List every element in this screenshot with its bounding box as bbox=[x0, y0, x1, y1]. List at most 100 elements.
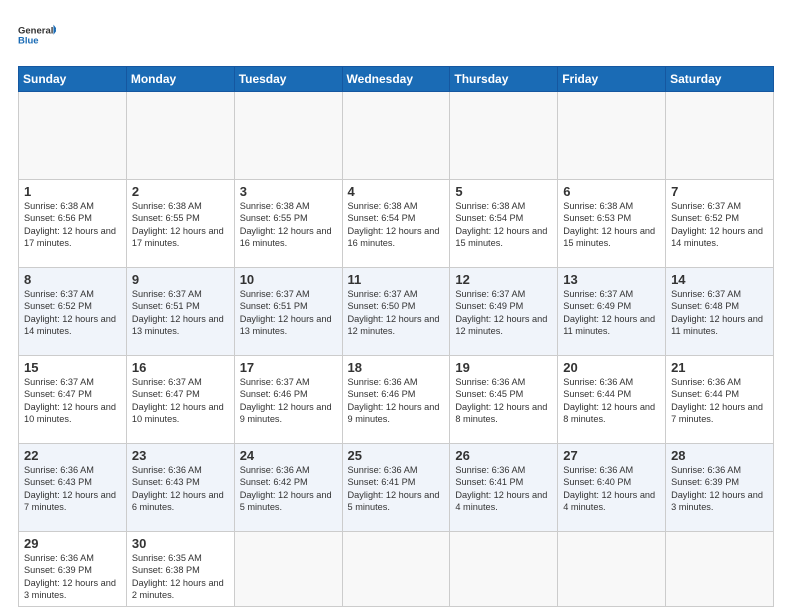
calendar-week-row: 1 Sunrise: 6:38 AM Sunset: 6:56 PM Dayli… bbox=[19, 180, 774, 268]
sunrise-label: Sunrise: 6:36 AM bbox=[563, 377, 633, 387]
day-number: 10 bbox=[240, 272, 337, 287]
day-number: 20 bbox=[563, 360, 660, 375]
sunrise-label: Sunrise: 6:36 AM bbox=[240, 465, 310, 475]
sunrise-label: Sunrise: 6:36 AM bbox=[132, 465, 202, 475]
cell-info: Sunrise: 6:37 AM Sunset: 6:51 PM Dayligh… bbox=[132, 288, 229, 338]
svg-text:Blue: Blue bbox=[18, 36, 39, 47]
logo: General Blue bbox=[18, 18, 56, 54]
daylight-label: Daylight: 12 hours and 5 minutes. bbox=[240, 490, 332, 512]
daylight-label: Daylight: 12 hours and 16 minutes. bbox=[240, 226, 332, 248]
calendar-table: SundayMondayTuesdayWednesdayThursdayFrid… bbox=[18, 66, 774, 607]
sunrise-label: Sunrise: 6:37 AM bbox=[24, 377, 94, 387]
sunset-label: Sunset: 6:56 PM bbox=[24, 213, 92, 223]
cell-info: Sunrise: 6:38 AM Sunset: 6:53 PM Dayligh… bbox=[563, 200, 660, 250]
sunrise-label: Sunrise: 6:36 AM bbox=[348, 465, 418, 475]
daylight-label: Daylight: 12 hours and 10 minutes. bbox=[24, 402, 116, 424]
calendar-cell: 13 Sunrise: 6:37 AM Sunset: 6:49 PM Dayl… bbox=[558, 268, 666, 356]
cell-info: Sunrise: 6:38 AM Sunset: 6:56 PM Dayligh… bbox=[24, 200, 121, 250]
calendar-cell: 7 Sunrise: 6:37 AM Sunset: 6:52 PM Dayli… bbox=[666, 180, 774, 268]
cell-info: Sunrise: 6:37 AM Sunset: 6:50 PM Dayligh… bbox=[348, 288, 445, 338]
sunrise-label: Sunrise: 6:38 AM bbox=[348, 201, 418, 211]
sunset-label: Sunset: 6:49 PM bbox=[563, 301, 631, 311]
day-number: 12 bbox=[455, 272, 552, 287]
sunrise-label: Sunrise: 6:37 AM bbox=[240, 289, 310, 299]
daylight-label: Daylight: 12 hours and 11 minutes. bbox=[671, 314, 763, 336]
daylight-label: Daylight: 12 hours and 15 minutes. bbox=[563, 226, 655, 248]
sunrise-label: Sunrise: 6:36 AM bbox=[24, 553, 94, 563]
calendar-week-row: 15 Sunrise: 6:37 AM Sunset: 6:47 PM Dayl… bbox=[19, 356, 774, 444]
calendar-cell: 6 Sunrise: 6:38 AM Sunset: 6:53 PM Dayli… bbox=[558, 180, 666, 268]
calendar-cell: 21 Sunrise: 6:36 AM Sunset: 6:44 PM Dayl… bbox=[666, 356, 774, 444]
daylight-label: Daylight: 12 hours and 8 minutes. bbox=[563, 402, 655, 424]
svg-text:General: General bbox=[18, 25, 53, 36]
day-number: 23 bbox=[132, 448, 229, 463]
calendar-cell bbox=[19, 92, 127, 180]
sunrise-label: Sunrise: 6:38 AM bbox=[563, 201, 633, 211]
calendar-cell: 23 Sunrise: 6:36 AM Sunset: 6:43 PM Dayl… bbox=[126, 444, 234, 532]
daylight-label: Daylight: 12 hours and 12 minutes. bbox=[348, 314, 440, 336]
sunset-label: Sunset: 6:39 PM bbox=[671, 477, 739, 487]
calendar-cell bbox=[342, 92, 450, 180]
daylight-label: Daylight: 12 hours and 12 minutes. bbox=[455, 314, 547, 336]
logo-svg: General Blue bbox=[18, 18, 56, 54]
sunset-label: Sunset: 6:49 PM bbox=[455, 301, 523, 311]
calendar-cell bbox=[234, 532, 342, 607]
sunset-label: Sunset: 6:44 PM bbox=[563, 389, 631, 399]
day-number: 8 bbox=[24, 272, 121, 287]
daylight-label: Daylight: 12 hours and 3 minutes. bbox=[671, 490, 763, 512]
sunset-label: Sunset: 6:50 PM bbox=[348, 301, 416, 311]
cell-info: Sunrise: 6:37 AM Sunset: 6:47 PM Dayligh… bbox=[132, 376, 229, 426]
day-number: 11 bbox=[348, 272, 445, 287]
sunrise-label: Sunrise: 6:36 AM bbox=[671, 465, 741, 475]
cell-info: Sunrise: 6:37 AM Sunset: 6:49 PM Dayligh… bbox=[563, 288, 660, 338]
sunrise-label: Sunrise: 6:38 AM bbox=[455, 201, 525, 211]
calendar-week-row: 8 Sunrise: 6:37 AM Sunset: 6:52 PM Dayli… bbox=[19, 268, 774, 356]
calendar-cell bbox=[666, 92, 774, 180]
sunset-label: Sunset: 6:43 PM bbox=[132, 477, 200, 487]
sunrise-label: Sunrise: 6:37 AM bbox=[132, 289, 202, 299]
cell-info: Sunrise: 6:38 AM Sunset: 6:54 PM Dayligh… bbox=[348, 200, 445, 250]
sunset-label: Sunset: 6:46 PM bbox=[240, 389, 308, 399]
col-header-thursday: Thursday bbox=[450, 67, 558, 92]
daylight-label: Daylight: 12 hours and 4 minutes. bbox=[455, 490, 547, 512]
daylight-label: Daylight: 12 hours and 3 minutes. bbox=[24, 578, 116, 600]
sunset-label: Sunset: 6:41 PM bbox=[455, 477, 523, 487]
day-number: 4 bbox=[348, 184, 445, 199]
daylight-label: Daylight: 12 hours and 14 minutes. bbox=[671, 226, 763, 248]
sunrise-label: Sunrise: 6:36 AM bbox=[24, 465, 94, 475]
col-header-sunday: Sunday bbox=[19, 67, 127, 92]
calendar-cell: 25 Sunrise: 6:36 AM Sunset: 6:41 PM Dayl… bbox=[342, 444, 450, 532]
cell-info: Sunrise: 6:36 AM Sunset: 6:43 PM Dayligh… bbox=[132, 464, 229, 514]
calendar-cell bbox=[234, 92, 342, 180]
sunset-label: Sunset: 6:39 PM bbox=[24, 565, 92, 575]
daylight-label: Daylight: 12 hours and 15 minutes. bbox=[455, 226, 547, 248]
calendar-cell: 30 Sunrise: 6:35 AM Sunset: 6:38 PM Dayl… bbox=[126, 532, 234, 607]
cell-info: Sunrise: 6:36 AM Sunset: 6:42 PM Dayligh… bbox=[240, 464, 337, 514]
day-number: 7 bbox=[671, 184, 768, 199]
cell-info: Sunrise: 6:36 AM Sunset: 6:43 PM Dayligh… bbox=[24, 464, 121, 514]
day-number: 22 bbox=[24, 448, 121, 463]
day-number: 5 bbox=[455, 184, 552, 199]
calendar-cell: 14 Sunrise: 6:37 AM Sunset: 6:48 PM Dayl… bbox=[666, 268, 774, 356]
calendar-cell: 22 Sunrise: 6:36 AM Sunset: 6:43 PM Dayl… bbox=[19, 444, 127, 532]
day-number: 19 bbox=[455, 360, 552, 375]
daylight-label: Daylight: 12 hours and 13 minutes. bbox=[132, 314, 224, 336]
col-header-wednesday: Wednesday bbox=[342, 67, 450, 92]
sunrise-label: Sunrise: 6:36 AM bbox=[563, 465, 633, 475]
sunset-label: Sunset: 6:51 PM bbox=[132, 301, 200, 311]
calendar-cell: 11 Sunrise: 6:37 AM Sunset: 6:50 PM Dayl… bbox=[342, 268, 450, 356]
sunrise-label: Sunrise: 6:38 AM bbox=[24, 201, 94, 211]
calendar-cell bbox=[666, 532, 774, 607]
sunrise-label: Sunrise: 6:36 AM bbox=[671, 377, 741, 387]
header: General Blue bbox=[18, 18, 774, 54]
calendar-cell: 19 Sunrise: 6:36 AM Sunset: 6:45 PM Dayl… bbox=[450, 356, 558, 444]
daylight-label: Daylight: 12 hours and 5 minutes. bbox=[348, 490, 440, 512]
sunset-label: Sunset: 6:44 PM bbox=[671, 389, 739, 399]
sunrise-label: Sunrise: 6:37 AM bbox=[563, 289, 633, 299]
cell-info: Sunrise: 6:37 AM Sunset: 6:52 PM Dayligh… bbox=[24, 288, 121, 338]
sunset-label: Sunset: 6:38 PM bbox=[132, 565, 200, 575]
daylight-label: Daylight: 12 hours and 10 minutes. bbox=[132, 402, 224, 424]
daylight-label: Daylight: 12 hours and 17 minutes. bbox=[24, 226, 116, 248]
day-number: 30 bbox=[132, 536, 229, 551]
calendar-week-row: 29 Sunrise: 6:36 AM Sunset: 6:39 PM Dayl… bbox=[19, 532, 774, 607]
